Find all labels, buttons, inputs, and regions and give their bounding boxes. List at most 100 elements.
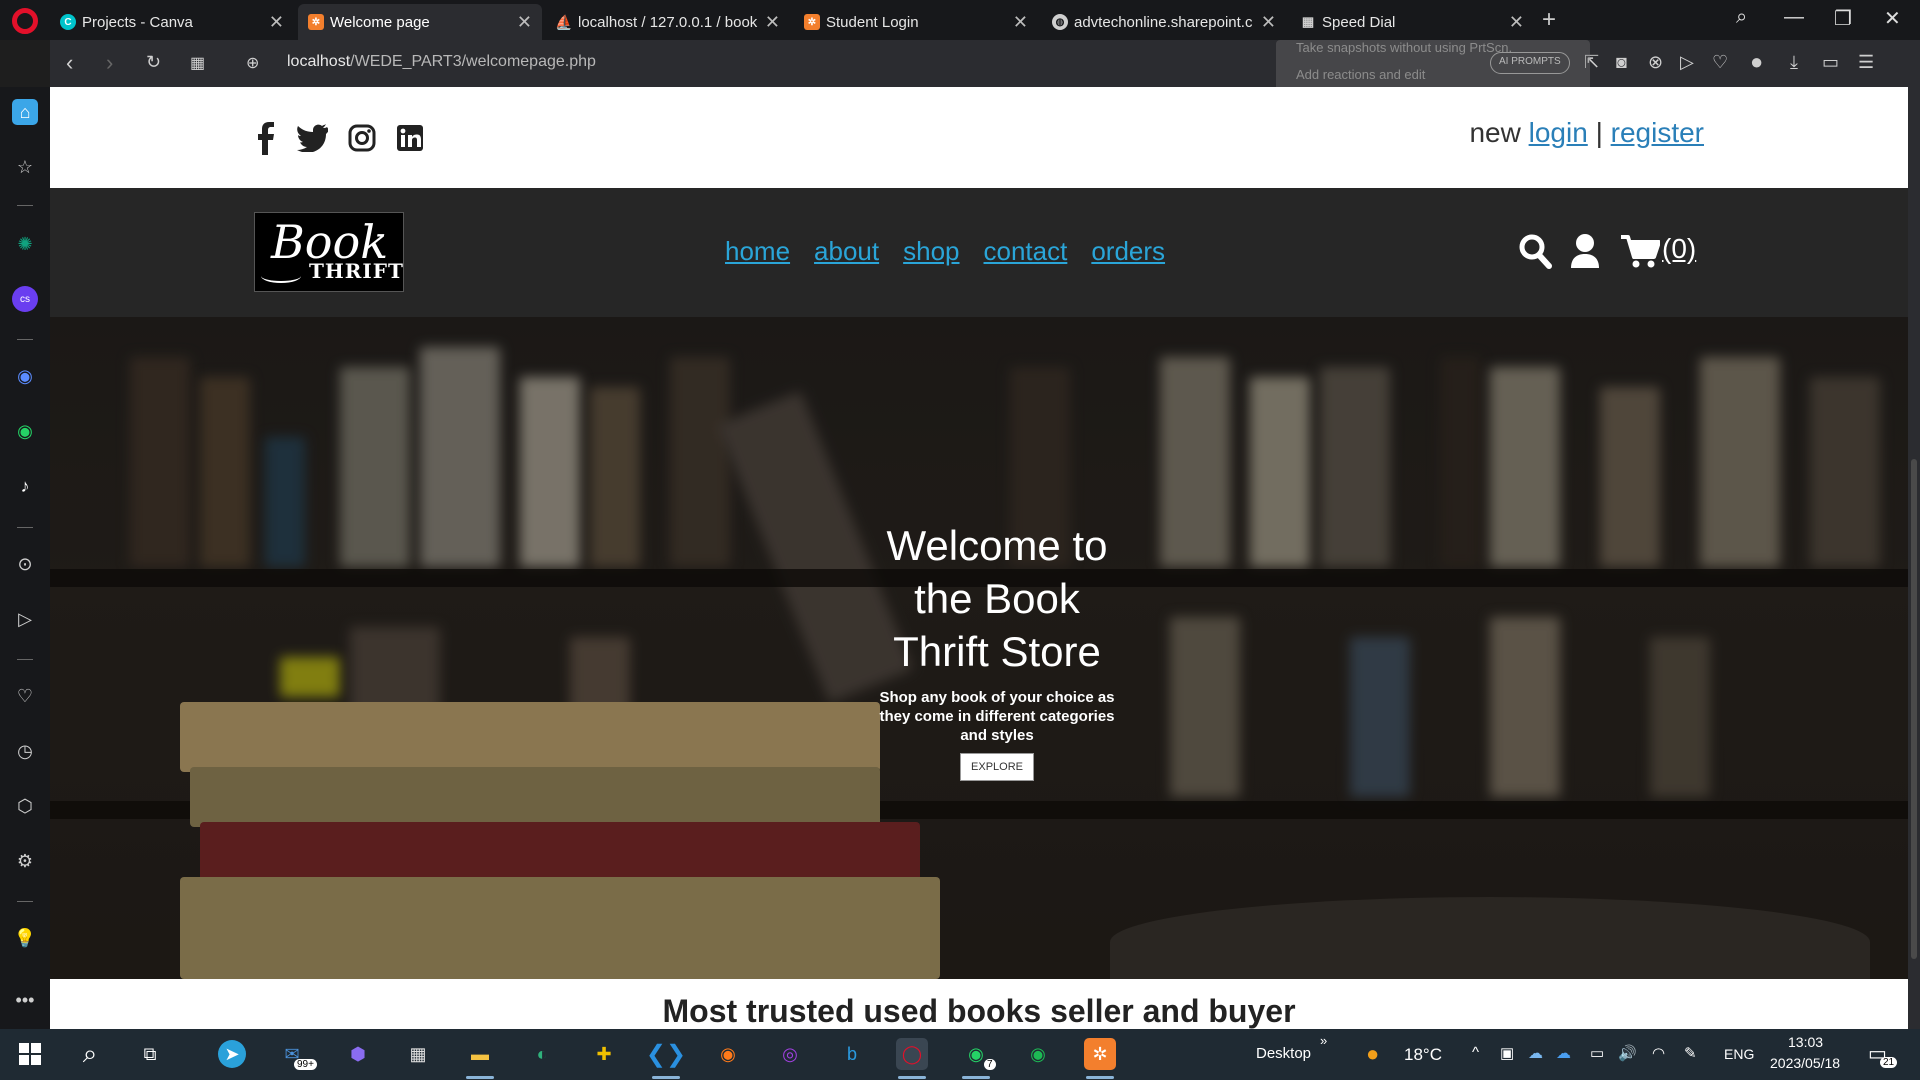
nav-contact-link[interactable]: contact [984,236,1068,267]
url-field[interactable]: localhost/WEDE_PART3/welcomepage.php [287,53,596,71]
pen-icon[interactable]: ✎ [1684,1044,1697,1062]
tray-cloud-sync-icon[interactable]: ☁ [1528,1044,1543,1062]
battery-icon[interactable]: ▭ [1590,1044,1604,1062]
tab-speed-dial[interactable]: ▦ Speed Dial ✕ [1290,4,1534,40]
login-link[interactable]: login [1529,117,1588,148]
tiktok-icon[interactable]: ♪ [12,473,38,499]
whatsapp-icon[interactable]: ◉ [12,418,38,444]
cart-count[interactable]: (0) [1662,233,1696,265]
restore-icon[interactable]: ❐ [1834,6,1852,31]
reload-icon[interactable]: ↻ [146,52,161,73]
messenger-icon[interactable]: ◉ [12,363,38,389]
flow-icon[interactable]: ▷ [12,606,38,632]
new-tab-plus-icon[interactable]: + [1542,6,1556,34]
close-window-icon[interactable]: ✕ [1884,6,1901,31]
block-icon[interactable]: ⊗ [1648,52,1663,73]
forward-icon[interactable]: › [106,50,113,76]
twitter-icon[interactable] [295,121,329,155]
firefox-icon[interactable]: ◉ [712,1038,744,1070]
search-icon[interactable] [1518,232,1552,270]
copilot-icon[interactable]: ⬢ [342,1038,374,1070]
bookmarks-heart-icon[interactable]: ♡ [12,683,38,709]
opera-logo-icon[interactable] [12,8,38,34]
nav-orders-link[interactable]: orders [1091,236,1165,267]
camera-icon[interactable]: ◙ [1616,52,1627,73]
desktop-toolbar-label[interactable]: Desktop [1256,1045,1311,1062]
page-scrollbar[interactable] [1908,87,1920,1029]
opera-taskbar-icon[interactable]: ◯ [896,1038,928,1070]
book-thrift-logo[interactable]: Book THRIFT [254,212,404,292]
more-icon[interactable]: ••• [12,987,38,1013]
nav-about-link[interactable]: about [814,236,879,267]
task-view-icon[interactable]: ⧉ [134,1038,166,1070]
volume-icon[interactable]: 🔊 [1618,1044,1637,1062]
nav-shop-link[interactable]: shop [903,236,959,267]
microsoft-store-icon[interactable]: ▦ [402,1038,434,1070]
history-icon[interactable]: ◷ [12,738,38,764]
vscode-icon[interactable]: ❮❯ [646,1038,686,1070]
edge-icon[interactable]: ◐ [526,1038,558,1070]
facebook-icon[interactable] [248,121,282,155]
register-link[interactable]: register [1611,117,1704,148]
settings-icon[interactable]: ⚙ [12,848,38,874]
download-icon[interactable]: ⤓ [1790,52,1798,73]
tab-canva[interactable]: C Projects - Canva ✕ [50,4,294,40]
explore-button[interactable]: EXPLORE [960,753,1034,781]
user-icon[interactable] [1568,232,1602,270]
weather-temp[interactable]: 18°C [1404,1045,1442,1065]
clock-date[interactable]: 2023/05/18 [1770,1055,1840,1071]
hero-subtitle: Shop any book of your choice as they com… [879,689,1115,744]
chevron-icon[interactable]: » [1320,1033,1327,1048]
tray-chevron-up-icon[interactable]: ^ [1472,1044,1479,1061]
heart-icon[interactable]: ♡ [1712,52,1728,73]
chatsonic-icon[interactable]: cs [12,286,38,312]
onedrive-icon[interactable]: ☁ [1556,1044,1571,1062]
minimize-icon[interactable]: — [1784,6,1804,29]
close-icon[interactable]: ✕ [517,12,532,33]
close-icon[interactable]: ✕ [1013,12,1028,33]
tray-app-icon[interactable]: ▣ [1500,1044,1514,1062]
bing-icon[interactable]: b [836,1038,868,1070]
file-explorer-icon[interactable]: ▬ [464,1038,496,1070]
easy-setup-icon[interactable]: ☰ [1858,52,1874,73]
back-icon[interactable]: ‹ [66,50,73,76]
close-icon[interactable]: ✕ [1261,12,1276,33]
tab-welcome-page[interactable]: ✲ Welcome page ✕ [298,4,542,40]
scrollbar-thumb[interactable] [1911,459,1917,959]
search-icon[interactable]: ⌕ [74,1038,106,1070]
tab-phpmyadmin[interactable]: ⛵ localhost / 127.0.0.1 / book ✕ [546,4,790,40]
pinboard-icon[interactable]: ☆ [12,154,38,180]
instagram-icon[interactable] [345,121,379,155]
tips-bulb-icon[interactable]: 💡 [12,925,38,951]
tab-student-login[interactable]: ✲ Student Login ✕ [794,4,1038,40]
windows-start-icon[interactable] [14,1038,46,1070]
linkedin-icon[interactable] [393,121,427,155]
nav-home-link[interactable]: home [725,236,790,267]
site-header: Book THRIFT home about shop contact orde… [50,188,1908,317]
close-icon[interactable]: ✕ [765,12,780,33]
clock-time[interactable]: 13:03 [1788,1034,1823,1050]
site-info-icon[interactable]: ⊕ [246,53,259,73]
teams-icon[interactable]: ✚ [588,1038,620,1070]
spotify-icon[interactable]: ◉ [1022,1038,1054,1070]
xampp-taskbar-icon[interactable]: ✲ [1084,1038,1116,1070]
send-icon[interactable]: ▷ [1680,52,1694,73]
globe-icon: ◍ [1052,14,1068,30]
tabs-grid-icon[interactable]: ▦ [190,53,205,73]
mask-app-icon[interactable]: ◎ [774,1038,806,1070]
search-tabs-icon[interactable]: ⌕ [1736,6,1747,29]
extensions-icon[interactable]: ⬡ [12,793,38,819]
telegram-icon[interactable]: ➤ [218,1040,246,1068]
weather-sun-icon[interactable]: ● [1366,1041,1379,1067]
cart-icon[interactable] [1620,232,1661,270]
wifi-icon[interactable]: ◠ [1652,1044,1665,1062]
battery-saver-icon[interactable]: ▭ [1822,52,1839,73]
close-icon[interactable]: ✕ [1509,12,1524,33]
home-icon[interactable]: ⌂ [12,99,38,125]
tab-sharepoint[interactable]: ◍ advtechonline.sharepoint.c ✕ [1042,4,1286,40]
close-icon[interactable]: ✕ [269,12,284,33]
chatgpt-icon[interactable]: ✺ [12,231,38,257]
player-icon[interactable]: ⊙ [12,551,38,577]
language-indicator[interactable]: ENG [1724,1046,1754,1062]
profile-icon[interactable]: ● [1750,49,1763,75]
